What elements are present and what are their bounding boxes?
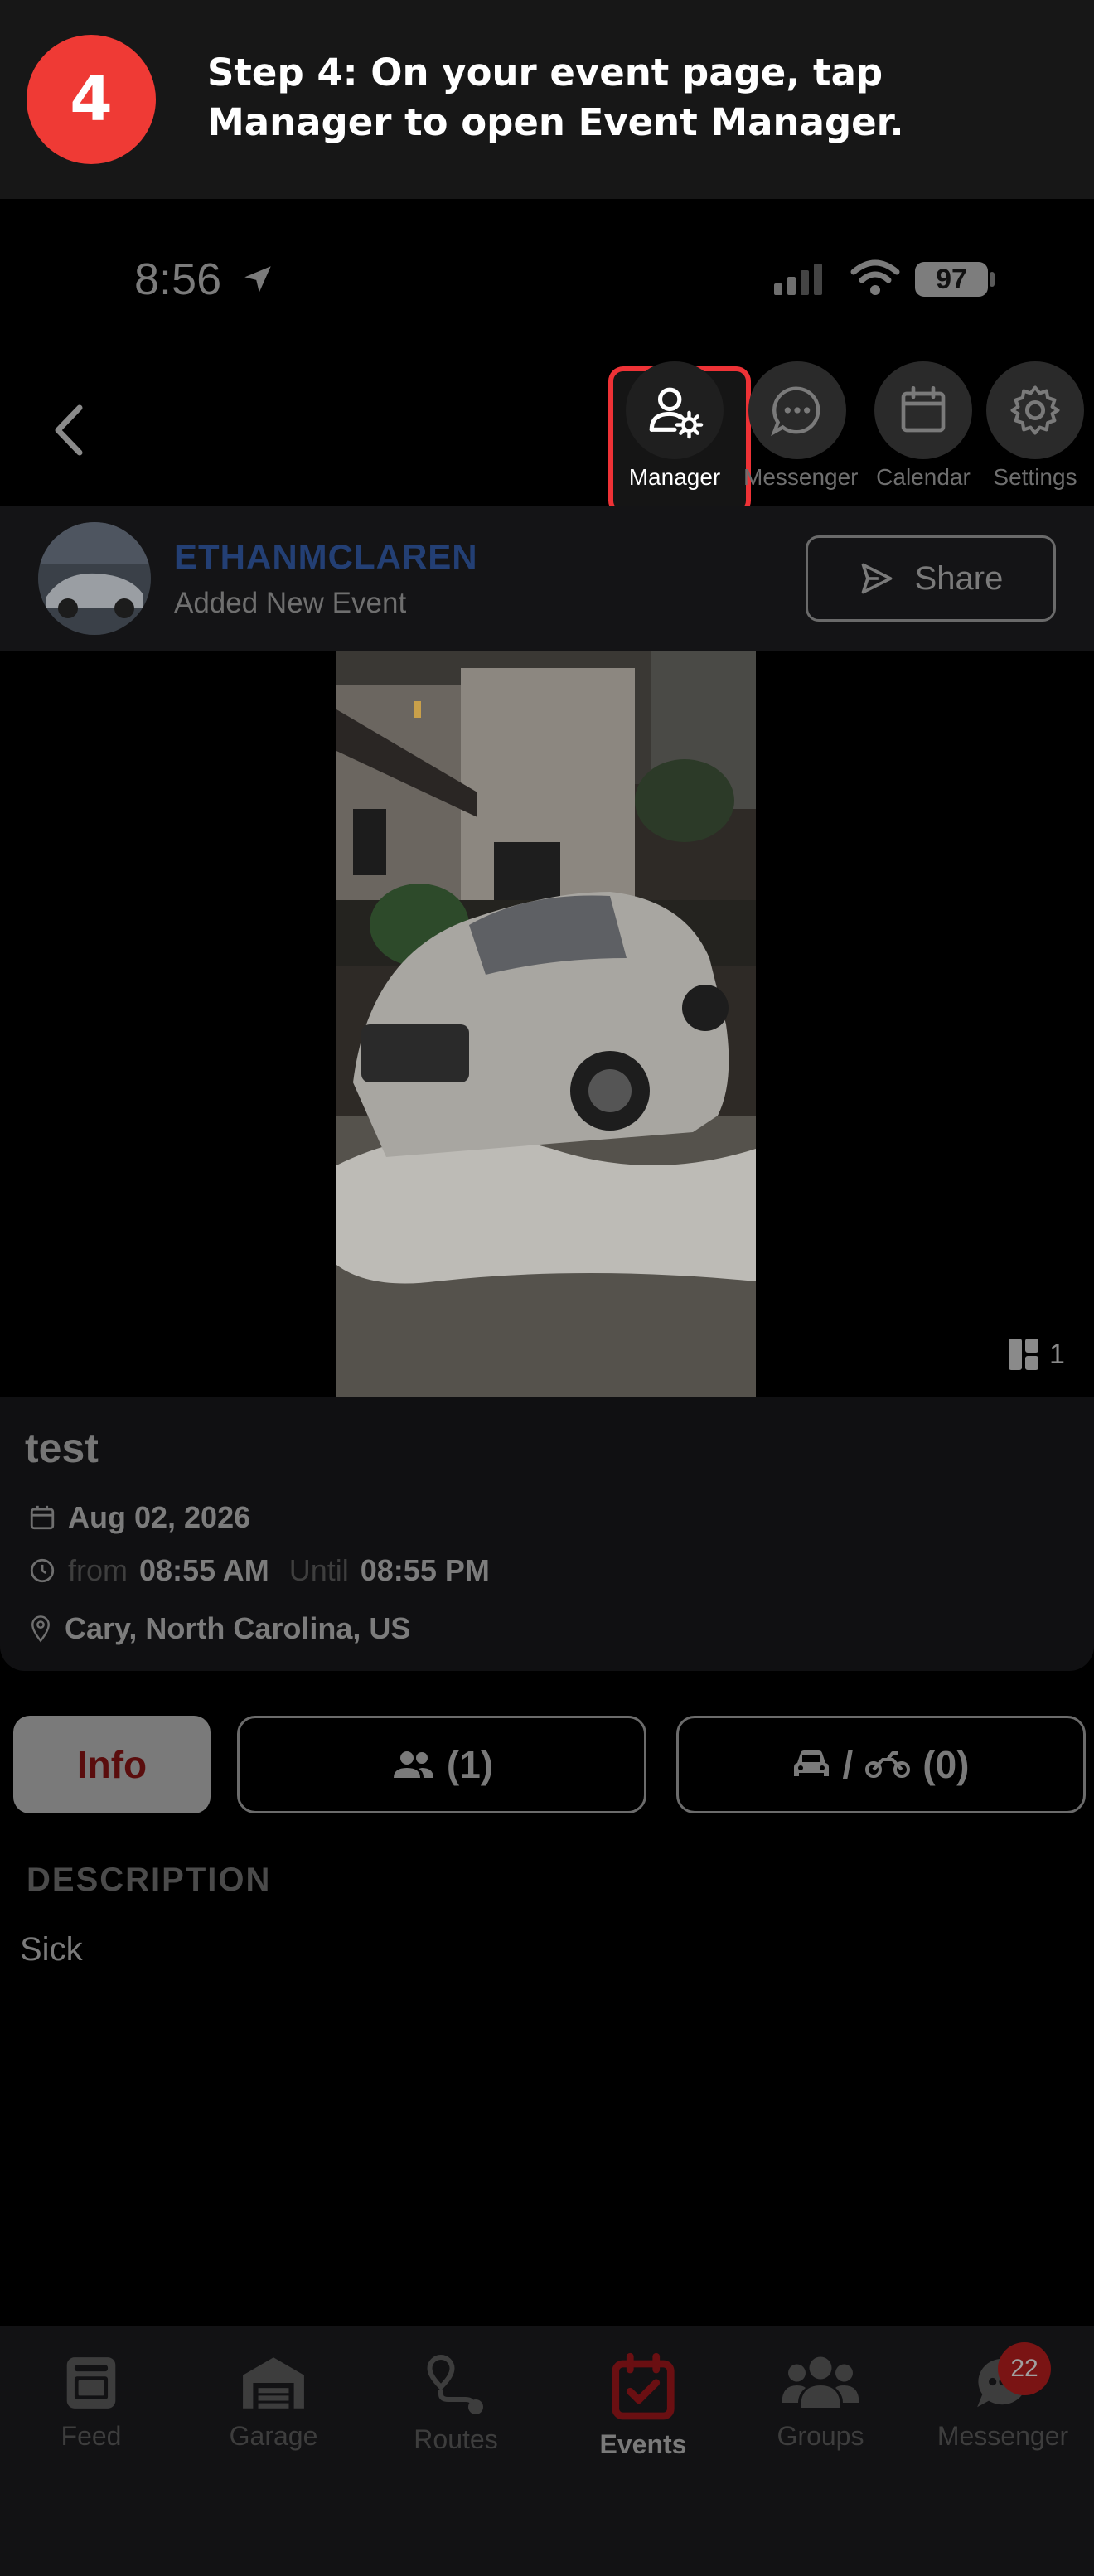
send-icon — [861, 563, 892, 594]
battery-tip — [990, 272, 995, 287]
nav-groups-label: Groups — [777, 2421, 864, 2451]
until-label: Until — [288, 1553, 349, 1587]
media-count-value: 1 — [1049, 1338, 1065, 1370]
event-photo[interactable] — [336, 651, 756, 1397]
description-heading: DESCRIPTION — [27, 1862, 272, 1898]
tab-vehicles[interactable]: / (0) — [676, 1716, 1086, 1813]
from-label: from — [68, 1553, 128, 1587]
manager-icon — [649, 387, 704, 439]
author-subtitle: Added New Event — [174, 587, 407, 619]
motorcycle-icon — [865, 1751, 911, 1778]
attendees-count: (1) — [446, 1743, 494, 1786]
nav-routes-label: Routes — [414, 2424, 498, 2454]
battery-indicator: 97 — [915, 262, 988, 297]
nav-garage[interactable]: Garage — [182, 2352, 365, 2452]
nav-feed[interactable]: Feed — [0, 2352, 182, 2452]
from-time: 08:55 AM — [139, 1553, 269, 1587]
status-time: 8:56 — [134, 254, 222, 304]
groups-icon — [782, 2356, 859, 2408]
calendar-button[interactable]: Calendar — [869, 361, 977, 491]
description-body: Sick — [20, 1931, 83, 1968]
share-button[interactable]: Share — [806, 535, 1056, 622]
manager-label: Manager — [628, 464, 721, 490]
gear-icon — [1010, 385, 1060, 435]
event-date-row: Aug 02, 2026 — [28, 1500, 250, 1535]
media-count: 1 — [1008, 1338, 1065, 1371]
avatar-image — [38, 522, 151, 635]
nav-groups[interactable]: Groups — [729, 2352, 912, 2452]
feed-icon — [66, 2357, 116, 2409]
author-name[interactable]: ETHANMCLAREN — [174, 537, 478, 577]
wifi-icon — [850, 259, 900, 295]
location-pin-icon — [31, 1615, 50, 1643]
chat-icon — [771, 386, 820, 437]
people-icon — [393, 1751, 433, 1778]
cellular-signal-icon — [774, 264, 822, 295]
location-arrow-icon — [244, 266, 271, 293]
event-date: Aug 02, 2026 — [68, 1500, 251, 1534]
manager-button[interactable]: Manager — [621, 361, 729, 491]
event-time-row: from 08:55 AM Until 08:55 PM — [28, 1553, 490, 1588]
settings-label: Settings — [993, 464, 1077, 490]
event-location-row: Cary, North Carolina, US — [28, 1611, 410, 1646]
calendar-icon — [901, 386, 946, 433]
step-number-badge: 4 — [27, 35, 156, 164]
event-location[interactable]: Cary, North Carolina, US — [65, 1611, 410, 1646]
settings-button[interactable]: Settings — [981, 361, 1089, 491]
nav-events-label: Events — [599, 2429, 687, 2459]
nav-routes[interactable]: Routes — [365, 2352, 547, 2455]
calendar-small-icon — [30, 1505, 55, 1530]
tab-attendees[interactable]: (1) — [237, 1716, 646, 1813]
until-time: 08:55 PM — [360, 1553, 490, 1587]
nav-events[interactable]: Events — [552, 2352, 734, 2460]
routes-icon — [427, 2354, 483, 2414]
nav-garage-label: Garage — [229, 2421, 318, 2451]
messenger-button[interactable]: Messenger — [743, 361, 859, 491]
gallery-icon — [1009, 1339, 1038, 1370]
avatar[interactable] — [38, 522, 151, 635]
instruction-text: Step 4: On your event page, tap Manager … — [207, 51, 904, 144]
events-icon — [612, 2352, 675, 2420]
car-icon — [794, 1750, 830, 1776]
share-label: Share — [914, 559, 1004, 597]
garage-icon — [243, 2357, 304, 2409]
clock-icon — [30, 1558, 55, 1583]
calendar-label: Calendar — [876, 464, 971, 490]
messenger-unread-badge: 22 — [998, 2342, 1051, 2395]
vehicles-count: (0) — [922, 1743, 970, 1786]
vehicles-separator: / — [842, 1743, 854, 1786]
tab-info[interactable]: Info — [13, 1716, 211, 1813]
nav-messenger-label: Messenger — [937, 2421, 1069, 2451]
event-photo-image — [336, 651, 756, 1397]
back-arrow-icon[interactable] — [46, 401, 93, 459]
messenger-label: Messenger — [743, 464, 859, 490]
nav-feed-label: Feed — [61, 2421, 122, 2451]
event-title: test — [25, 1425, 99, 1471]
